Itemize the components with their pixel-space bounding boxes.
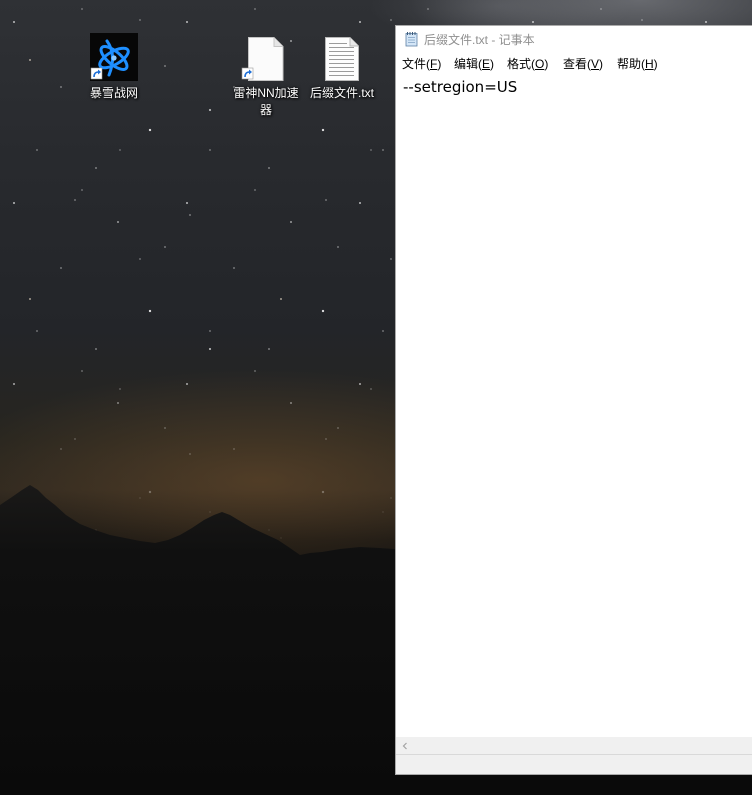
text-editor[interactable]: --setregion=US (396, 74, 752, 737)
horizontal-scrollbar[interactable] (396, 737, 752, 754)
menu-accelerator-key: O (535, 57, 545, 71)
menu-accelerator-key: F (430, 57, 438, 71)
notepad-window: 后缀文件.txt - 记事本 文件(F) 编辑(E) 格式(O) 查看(V) 帮… (395, 25, 752, 775)
editor-content[interactable]: --setregion=US (396, 74, 752, 97)
desktop-icon-label[interactable]: 暴雪战网 (78, 85, 150, 102)
menu-edit[interactable]: 编辑(E) (454, 54, 494, 74)
menu-accelerator-key: H (645, 57, 654, 71)
menu-bar: 文件(F) 编辑(E) 格式(O) 查看(V) 帮助(H) (396, 54, 752, 74)
menu-file[interactable]: 文件(F) (402, 54, 441, 74)
menu-help[interactable]: 帮助(H) (617, 54, 658, 74)
notepad-icon[interactable] (404, 31, 420, 47)
desktop-shortcut-battle-net[interactable]: 暴雪战网 (76, 33, 152, 102)
desktop-shortcut-leishen-nn[interactable]: 雷神NN加速器 (228, 33, 304, 119)
text-file-icon[interactable] (318, 33, 366, 81)
window-title: 后缀文件.txt - 记事本 (424, 33, 535, 47)
scroll-left-arrow-icon[interactable] (396, 737, 413, 754)
desktop-icon-label[interactable]: 雷神NN加速器 (230, 85, 302, 119)
desktop-icon-label[interactable]: 后缀文件.txt (306, 85, 378, 102)
menu-accelerator-key: E (482, 57, 491, 71)
menu-view[interactable]: 查看(V) (563, 54, 603, 74)
title-bar[interactable]: 后缀文件.txt - 记事本 (396, 26, 752, 54)
desktop-file-txt[interactable]: 后缀文件.txt (304, 33, 380, 102)
shortcut-arrow-icon (241, 67, 254, 80)
shortcut-arrow-icon (90, 67, 103, 80)
chevron-left-icon (402, 742, 407, 749)
blank-file-icon[interactable] (241, 33, 290, 81)
status-bar (396, 754, 752, 774)
battle-net-icon[interactable] (90, 33, 138, 81)
menu-format[interactable]: 格式(O) (507, 54, 548, 74)
menu-accelerator-key: V (591, 57, 600, 71)
